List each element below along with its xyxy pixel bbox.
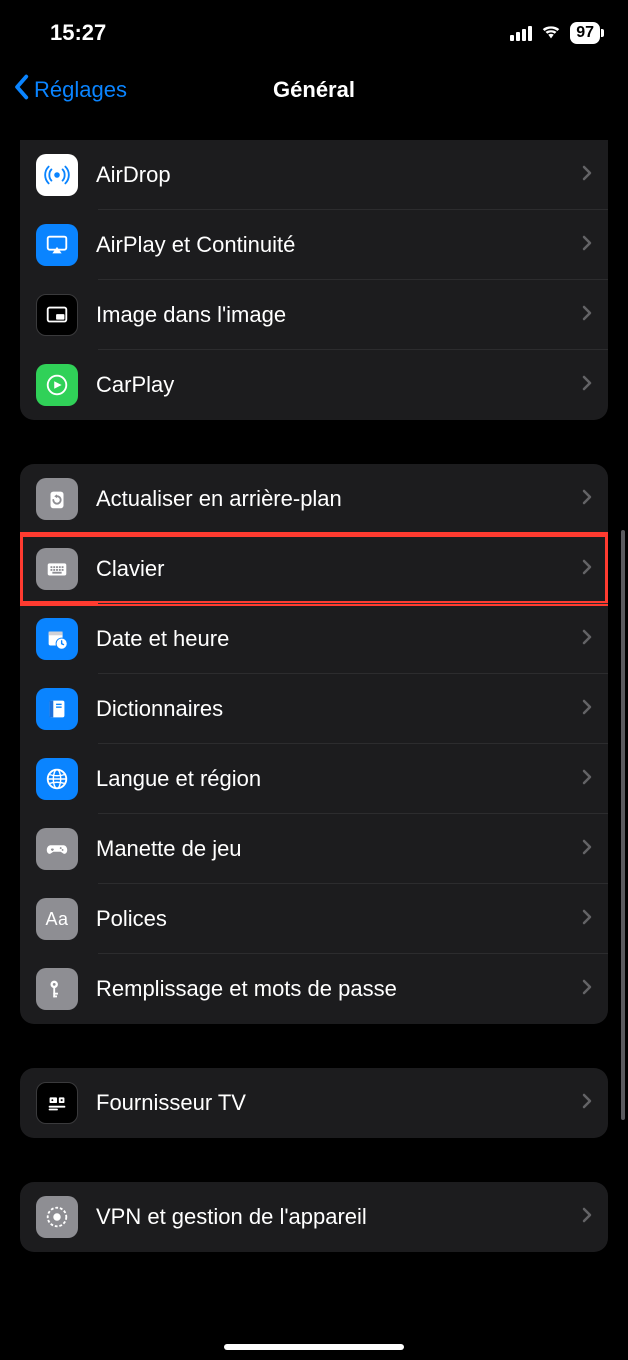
chevron-right-icon <box>582 909 592 930</box>
chevron-right-icon <box>582 235 592 256</box>
chevron-right-icon <box>582 375 592 396</box>
settings-content: AirDrop AirPlay et Continuité Image dans… <box>0 140 628 1252</box>
keyboard-icon <box>36 548 78 590</box>
chevron-right-icon <box>582 1093 592 1114</box>
tv-provider-icon <box>36 1082 78 1124</box>
row-label: Actualiser en arrière-plan <box>96 486 564 512</box>
carplay-icon <box>36 364 78 406</box>
chevron-right-icon <box>582 489 592 510</box>
chevron-right-icon <box>582 839 592 860</box>
row-picture-in-picture[interactable]: Image dans l'image <box>20 280 608 350</box>
row-label: AirPlay et Continuité <box>96 232 564 258</box>
row-autofill-passwords[interactable]: Remplissage et mots de passe <box>20 954 608 1024</box>
battery-indicator: 97 <box>570 22 600 44</box>
row-carplay[interactable]: CarPlay <box>20 350 608 420</box>
row-date-time[interactable]: Date et heure <box>20 604 608 674</box>
airplay-icon <box>36 224 78 266</box>
row-label: AirDrop <box>96 162 564 188</box>
chevron-right-icon <box>582 629 592 650</box>
row-dictionaries[interactable]: Dictionnaires <box>20 674 608 744</box>
pip-icon <box>36 294 78 336</box>
row-game-controller[interactable]: Manette de jeu <box>20 814 608 884</box>
row-label: VPN et gestion de l'appareil <box>96 1204 564 1230</box>
chevron-right-icon <box>582 165 592 186</box>
settings-section: Actualiser en arrière-plan Clavier Date … <box>20 464 608 1024</box>
settings-section: VPN et gestion de l'appareil <box>20 1182 608 1252</box>
status-bar: 15:27 97 <box>0 0 628 60</box>
row-label: Remplissage et mots de passe <box>96 976 564 1002</box>
row-label: Clavier <box>96 556 564 582</box>
row-label: Image dans l'image <box>96 302 564 328</box>
row-airplay[interactable]: AirPlay et Continuité <box>20 210 608 280</box>
navigation-bar: Réglages Général <box>0 60 628 120</box>
cellular-signal-icon <box>510 26 532 41</box>
back-label: Réglages <box>34 77 127 103</box>
book-icon <box>36 688 78 730</box>
chevron-right-icon <box>582 699 592 720</box>
status-icons: 97 <box>510 22 600 45</box>
home-indicator[interactable] <box>224 1344 404 1350</box>
settings-section: AirDrop AirPlay et Continuité Image dans… <box>20 140 608 420</box>
row-label: CarPlay <box>96 372 564 398</box>
fonts-icon: Aa <box>36 898 78 940</box>
row-label: Dictionnaires <box>96 696 564 722</box>
chevron-left-icon <box>12 74 30 106</box>
chevron-right-icon <box>582 979 592 1000</box>
wifi-icon <box>540 22 562 45</box>
row-airdrop[interactable]: AirDrop <box>20 140 608 210</box>
calendar-clock-icon <box>36 618 78 660</box>
row-keyboard[interactable]: Clavier <box>20 534 608 604</box>
page-title: Général <box>273 77 355 103</box>
settings-section: Fournisseur TV <box>20 1068 608 1138</box>
airdrop-icon <box>36 154 78 196</box>
globe-icon <box>36 758 78 800</box>
refresh-icon <box>36 478 78 520</box>
back-button[interactable]: Réglages <box>12 74 127 106</box>
chevron-right-icon <box>582 1207 592 1228</box>
chevron-right-icon <box>582 559 592 580</box>
row-label: Date et heure <box>96 626 564 652</box>
row-label: Fournisseur TV <box>96 1090 564 1116</box>
row-label: Polices <box>96 906 564 932</box>
row-background-refresh[interactable]: Actualiser en arrière-plan <box>20 464 608 534</box>
controller-icon <box>36 828 78 870</box>
row-vpn-management[interactable]: VPN et gestion de l'appareil <box>20 1182 608 1252</box>
status-time: 15:27 <box>50 20 106 46</box>
scrollbar[interactable] <box>621 530 625 1120</box>
chevron-right-icon <box>582 769 592 790</box>
row-tv-provider[interactable]: Fournisseur TV <box>20 1068 608 1138</box>
key-icon <box>36 968 78 1010</box>
row-label: Manette de jeu <box>96 836 564 862</box>
chevron-right-icon <box>582 305 592 326</box>
row-label: Langue et région <box>96 766 564 792</box>
vpn-icon <box>36 1196 78 1238</box>
row-language-region[interactable]: Langue et région <box>20 744 608 814</box>
row-fonts[interactable]: Aa Polices <box>20 884 608 954</box>
